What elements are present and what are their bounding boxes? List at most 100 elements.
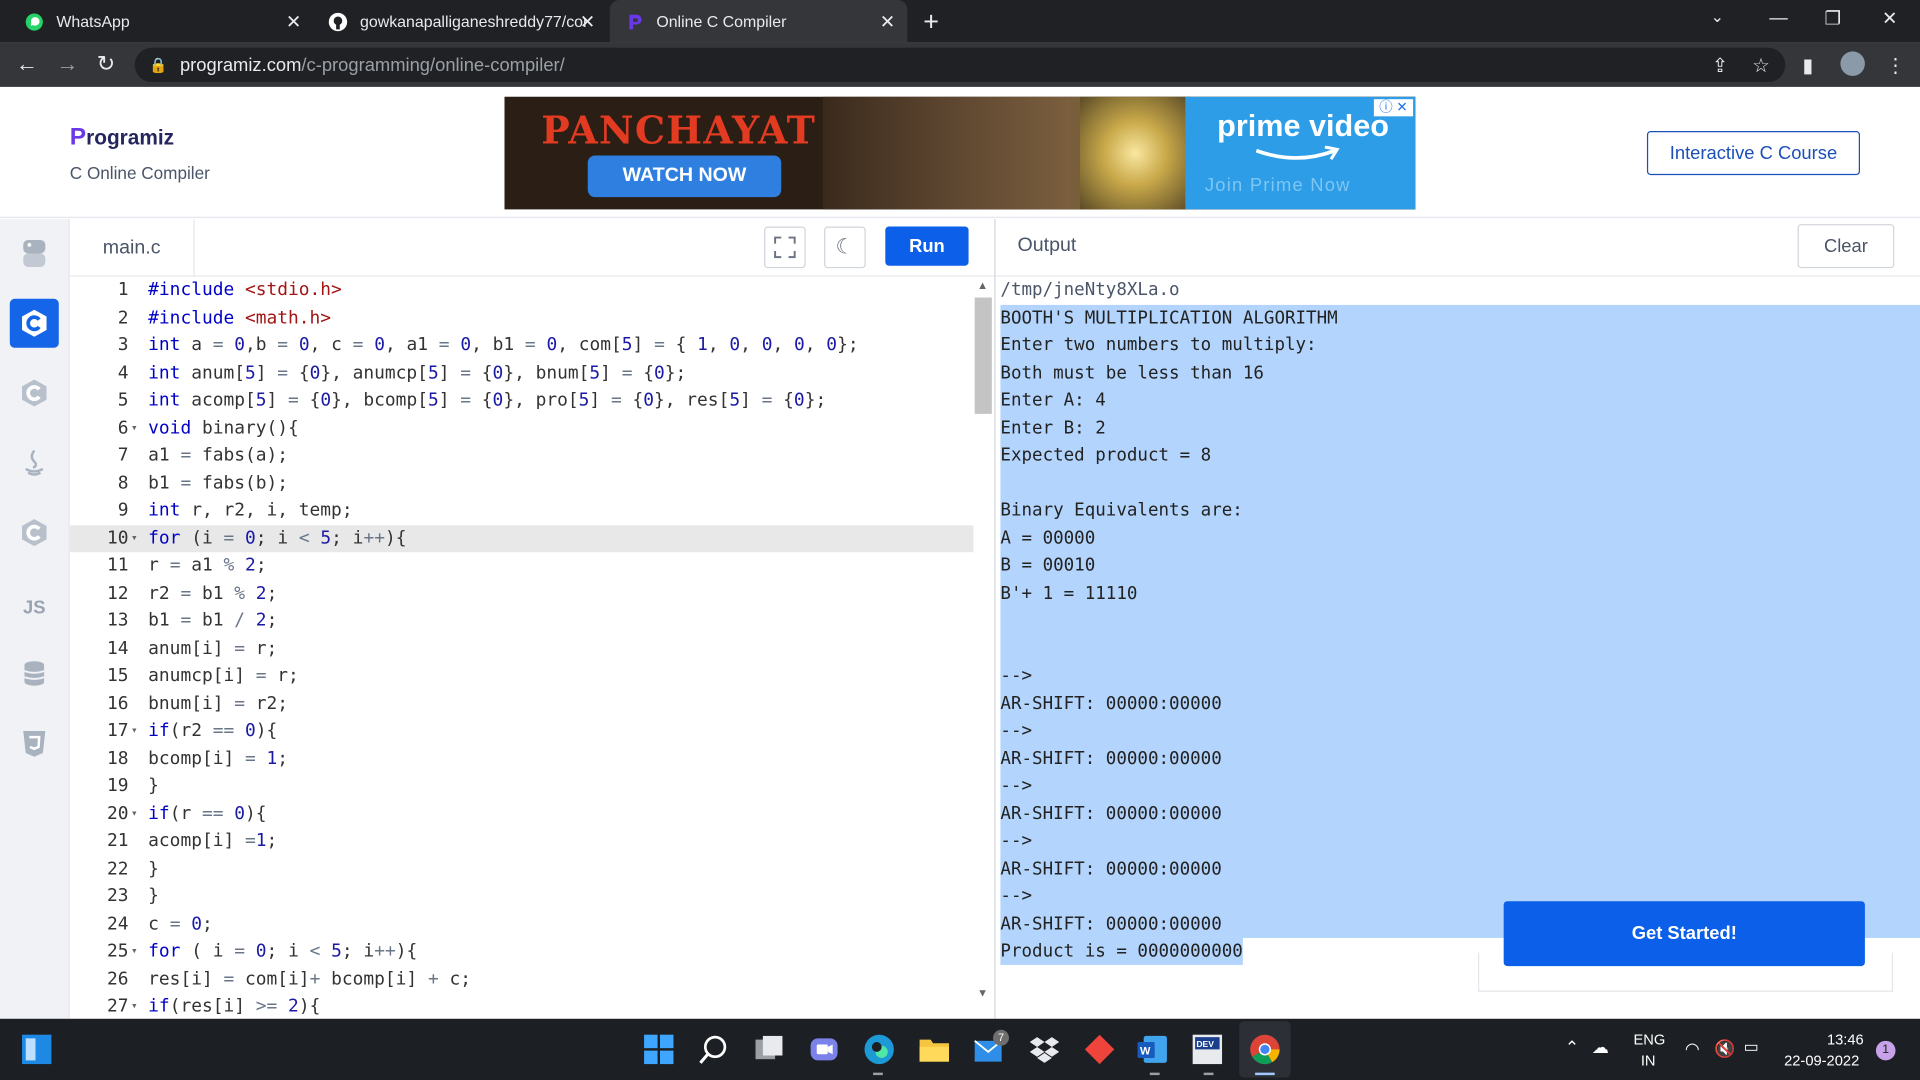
code-line[interactable]: 23} (70, 883, 974, 911)
menu-icon[interactable]: ⋮ (1886, 54, 1906, 78)
line-number: 7 (117, 444, 129, 466)
csharp-language-icon[interactable] (10, 508, 59, 557)
code-line[interactable]: 21 acomp[i] =1; (70, 828, 974, 856)
code-line[interactable]: 7 a1 = fabs(a); (70, 442, 974, 470)
scroll-up-arrow-icon[interactable]: ▲ (977, 279, 988, 291)
volume-muted-icon[interactable]: 🔇 (1714, 1038, 1735, 1059)
reload-icon[interactable]: ↻ (97, 51, 115, 77)
scrollbar-thumb[interactable] (974, 297, 992, 414)
code-line[interactable]: 6 ▾ void binary(){ (70, 414, 974, 442)
notification-badge[interactable]: 1 (1875, 1040, 1896, 1061)
url-field[interactable]: 🔒 programiz.com/c-programming/online-com… (134, 47, 1786, 83)
interactive-c-course-button[interactable]: Interactive C Course (1646, 131, 1861, 176)
code-line[interactable]: 5 int acomp[5] = {0}, bcomp[5] = {0}, pro… (70, 387, 974, 415)
code-line[interactable]: 20 ▾ if(r == 0){ (70, 800, 974, 828)
code-line[interactable]: 19} (70, 773, 974, 801)
fold-arrow-icon[interactable]: ▾ (131, 993, 143, 1019)
fold-arrow-icon[interactable]: ▾ (131, 718, 143, 746)
code-line[interactable]: 1 #include <stdio.h> (70, 277, 974, 305)
region-indicator[interactable]: IN (1641, 1052, 1656, 1069)
code-line[interactable]: 27 ▾ if(res[i] >= 2){ (70, 993, 974, 1019)
code-line[interactable]: 3 int a = 0,b = 0, c = 0, a1 = 0, b1 = 0,… (70, 332, 974, 360)
fold-arrow-icon[interactable]: ▾ (131, 938, 143, 966)
teams-chat-icon[interactable] (808, 1033, 840, 1065)
close-window-icon[interactable]: ✕ (1882, 7, 1897, 30)
profile-avatar[interactable] (1840, 51, 1865, 76)
windows-start-icon[interactable] (21, 1033, 53, 1065)
file-tab-main-c[interactable]: main.c (70, 219, 195, 277)
devcpp-icon[interactable]: DEV (1191, 1033, 1223, 1065)
new-tab-icon[interactable]: + (923, 6, 939, 38)
close-tab-icon[interactable]: ✕ (286, 11, 301, 33)
code-line[interactable]: 10 ▾ for (i = 0; i < 5; i++){ (69, 524, 974, 553)
fullscreen-icon[interactable] (764, 226, 806, 269)
fold-arrow-icon[interactable]: ▾ (131, 414, 143, 442)
code-line[interactable]: 8 b1 = fabs(b); (70, 470, 974, 498)
bookmark-star-icon[interactable]: ☆ (1752, 54, 1770, 78)
sql-database-icon[interactable] (10, 649, 59, 698)
back-icon[interactable]: ← (16, 51, 38, 77)
code-line[interactable]: 14 anum[i] = r; (70, 635, 974, 663)
scroll-down-arrow-icon[interactable]: ▼ (977, 987, 988, 999)
javascript-icon[interactable]: JS (10, 583, 59, 632)
run-button[interactable]: Run (885, 226, 969, 266)
clear-button[interactable]: Clear (1797, 224, 1895, 269)
fold-arrow-icon[interactable]: ▾ (131, 525, 143, 553)
ad-choices-icon[interactable]: ⓘ ✕ (1373, 99, 1414, 117)
anydesk-icon[interactable] (1084, 1033, 1116, 1065)
dark-mode-moon-icon[interactable]: ☾ (824, 226, 866, 269)
html5-icon[interactable] (10, 719, 59, 768)
task-view-icon[interactable] (753, 1033, 785, 1065)
editor-scrollbar[interactable]: ▲ ▼ (973, 276, 995, 1006)
programiz-logo[interactable]: Programiz (70, 124, 174, 152)
chrome-icon[interactable] (1249, 1033, 1281, 1065)
tab-search-icon[interactable]: ⌄ (1711, 7, 1724, 27)
start-menu-icon[interactable] (643, 1033, 675, 1065)
restore-icon[interactable]: ❐ (1824, 7, 1840, 30)
search-icon[interactable] (698, 1033, 730, 1065)
close-tab-icon[interactable]: ✕ (580, 11, 595, 33)
close-tab-icon[interactable]: ✕ (880, 11, 895, 33)
clock-date[interactable]: 22-09-2022 (1784, 1052, 1859, 1069)
code-line[interactable]: 9 int r, r2, i, temp; (70, 497, 974, 525)
show-hidden-icons-icon[interactable]: ⌃ (1565, 1037, 1579, 1058)
share-icon[interactable]: ⇪ (1712, 54, 1728, 78)
code-editor[interactable]: 1 #include <stdio.h> 2 #include <math.h> 3 in… (69, 276, 974, 1019)
code-line[interactable]: 25 ▾ for ( i = 0; i < 5; i++){ (70, 938, 974, 966)
code-line[interactable]: 4 int anum[5] = {0}, anumcp[5] = {0}, bnu… (70, 359, 974, 387)
advertisement-banner[interactable]: PANCHAYAT WATCH NOW prime video Join Pri… (504, 96, 1416, 210)
java-icon[interactable] (10, 438, 59, 487)
get-started-button[interactable]: Get Started! (1503, 901, 1865, 967)
code-line[interactable]: 13 b1 = b1 / 2; (70, 607, 974, 635)
wifi-icon[interactable]: ◠ (1685, 1038, 1700, 1059)
battery-icon[interactable]: ▭ (1744, 1037, 1759, 1057)
code-line[interactable]: 24 c = 0; (70, 910, 974, 938)
onedrive-cloud-icon[interactable]: ☁ (1592, 1037, 1609, 1058)
tab-whatsapp[interactable]: WhatsApp ✕ (10, 0, 314, 43)
minimize-icon[interactable]: — (1769, 7, 1787, 28)
side-panel-icon[interactable]: ▮ (1802, 54, 1813, 78)
code-line[interactable]: 15 anumcp[i] = r; (70, 662, 974, 690)
tab-github[interactable]: gowkanapalliganeshreddy77/com ✕ (313, 0, 607, 43)
code-line[interactable]: 11 r = a1 % 2; (70, 552, 974, 580)
language-indicator[interactable]: ENG (1633, 1031, 1665, 1048)
code-line[interactable]: 26 res[i] = com[i]+ bcomp[i] + c; (70, 966, 974, 994)
code-line[interactable]: 12 r2 = b1 % 2; (70, 580, 974, 608)
python-icon[interactable] (10, 229, 59, 278)
edge-browser-icon[interactable] (863, 1033, 895, 1065)
clock-time[interactable]: 13:46 (1827, 1031, 1864, 1048)
dropbox-icon[interactable] (1029, 1033, 1061, 1065)
code-line[interactable]: 22} (70, 855, 974, 883)
cpp-language-icon[interactable] (10, 369, 59, 418)
c-language-icon[interactable] (9, 298, 59, 348)
code-line[interactable]: 18 bcomp[i] = 1; (70, 745, 974, 773)
code-line[interactable]: 2 #include <math.h> (70, 304, 974, 332)
fold-arrow-icon[interactable]: ▾ (131, 800, 143, 828)
forward-icon[interactable]: → (56, 51, 78, 77)
tab-online-c-compiler[interactable]: Online C Compiler ✕ (609, 0, 908, 43)
ad-watch-now-button[interactable]: WATCH NOW (587, 155, 782, 198)
code-line[interactable]: 16 bnum[i] = r2; (70, 690, 974, 718)
file-explorer-icon[interactable] (918, 1033, 950, 1065)
code-line[interactable]: 17 ▾ if(r2 == 0){ (70, 718, 974, 746)
word-icon[interactable]: W (1136, 1033, 1168, 1065)
